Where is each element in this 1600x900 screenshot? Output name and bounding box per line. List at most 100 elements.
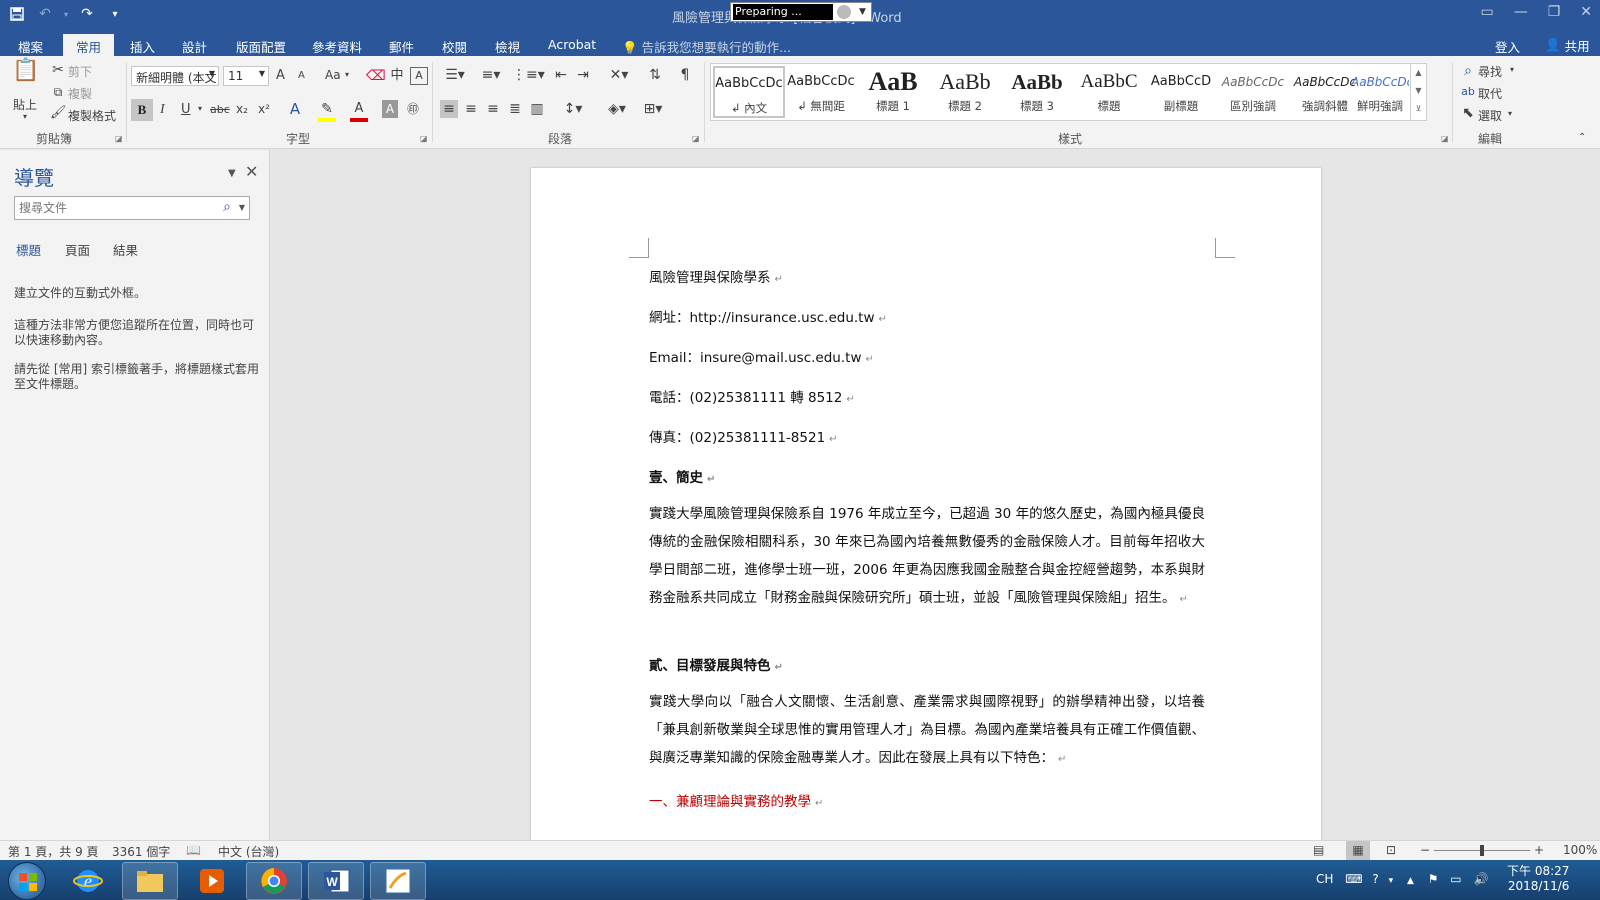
sign-in-link[interactable]: 登入 <box>1495 37 1520 56</box>
character-border-icon[interactable]: A <box>410 67 428 85</box>
explorer-icon[interactable] <box>122 862 178 900</box>
shrink-font-button[interactable]: A <box>298 70 305 81</box>
tab-review[interactable]: 校閱 <box>442 34 467 56</box>
doc-line[interactable]: 風險管理與保險學系 ↵ <box>649 266 783 286</box>
style-no-spacing[interactable]: AaBbCcDc ↲ 無間距 <box>785 66 857 118</box>
scroll-up-icon[interactable]: ▲ <box>1411 64 1426 82</box>
pen-app-icon[interactable] <box>370 862 426 900</box>
grow-font-button[interactable]: A <box>276 68 285 83</box>
superscript-button[interactable]: x² <box>258 102 270 116</box>
search-icon[interactable]: ⌕ <box>223 199 231 215</box>
chrome-icon[interactable] <box>246 862 302 900</box>
word-count[interactable]: 3361 個字 <box>112 843 170 860</box>
undo-dropdown-icon[interactable]: ▾ <box>62 3 70 25</box>
doc-heading[interactable]: 貳、目標發展與特色 ↵ <box>649 654 783 674</box>
style-heading-2[interactable]: AaBb 標題 2 <box>929 66 1001 118</box>
page-count[interactable]: 第 1 頁，共 9 頁 <box>8 843 99 860</box>
tab-references[interactable]: 參考資料 <box>312 34 362 56</box>
read-mode-icon[interactable]: ▤ <box>1313 843 1324 857</box>
ribbon-display-icon[interactable]: ▭ <box>1480 4 1493 20</box>
show-marks-icon[interactable]: ¶ <box>676 66 694 84</box>
doc-line[interactable]: 網址：http://insurance.usc.edu.tw ↵ <box>649 306 887 326</box>
cut-button[interactable]: 剪下 <box>68 63 92 80</box>
subscript-button[interactable]: x₂ <box>236 102 248 116</box>
align-left-icon[interactable]: ≡ <box>440 100 458 118</box>
tab-design[interactable]: 設計 <box>182 34 207 56</box>
highlight-icon[interactable]: ✎ <box>318 100 336 122</box>
tab-insert[interactable]: 插入 <box>130 34 155 56</box>
chevron-down-icon[interactable]: ▾ <box>1508 109 1512 118</box>
restore-icon[interactable]: ❐ <box>1548 4 1561 20</box>
zoom-in-icon[interactable]: + <box>1534 843 1544 857</box>
font-color-icon[interactable]: A <box>350 100 368 122</box>
style-normal[interactable]: AaBbCcDc ↲ 內文 <box>713 66 785 118</box>
style-intense-emphasis[interactable]: AaBbCcDc 鮮明強調 <box>1351 66 1409 118</box>
document-area[interactable]: 風險管理與保險學系 ↵ 網址：http://insurance.usc.edu.t… <box>271 150 1600 868</box>
copy-button[interactable]: 複製 <box>68 85 92 102</box>
underline-button[interactable]: U <box>181 102 191 117</box>
decrease-indent-icon[interactable]: ⇤ <box>552 66 570 84</box>
language-bar[interactable]: CH <box>1316 872 1333 886</box>
minimize-icon[interactable]: — <box>1514 4 1528 20</box>
tab-acrobat[interactable]: Acrobat <box>548 34 596 56</box>
tab-layout[interactable]: 版面配置 <box>236 34 286 56</box>
chevron-down-icon[interactable]: ▾ <box>198 104 202 113</box>
collapse-ribbon-icon[interactable]: ⌃ <box>1578 132 1586 143</box>
zoom-slider-thumb[interactable] <box>1480 845 1484 856</box>
gallery-scroll[interactable]: ▲ ▼ ⊻ <box>1410 64 1426 120</box>
clear-formatting-icon[interactable]: ⌫ <box>366 67 386 85</box>
justify-icon[interactable]: ≣ <box>506 100 524 118</box>
shading-icon[interactable]: ◈▾ <box>602 100 632 118</box>
proofing-icon[interactable]: 📖 <box>186 843 201 857</box>
web-layout-icon[interactable]: ⊡ <box>1386 843 1396 857</box>
style-title[interactable]: AaBbC 標題 <box>1073 66 1145 118</box>
media-player-icon[interactable] <box>184 862 240 900</box>
style-heading-1[interactable]: AaB 標題 1 <box>857 66 929 118</box>
doc-line[interactable]: Email：insure@mail.usc.edu.tw ↵ <box>649 346 874 366</box>
change-case-button[interactable]: Aa <box>325 68 341 82</box>
undo-icon[interactable]: ↶ <box>34 3 56 25</box>
customize-icon[interactable]: ▾ <box>104 3 126 25</box>
replace-button[interactable]: 取代 <box>1478 85 1502 102</box>
increase-indent-icon[interactable]: ⇥ <box>574 66 592 84</box>
zoom-slider[interactable] <box>1434 845 1530 856</box>
share-button[interactable]: 👤 共用 <box>1537 34 1598 56</box>
italic-button[interactable]: I <box>160 102 165 118</box>
chevron-down-icon[interactable]: ▼ <box>239 203 245 212</box>
numbering-icon[interactable]: ≡▾ <box>476 66 506 84</box>
align-center-icon[interactable]: ≡ <box>462 100 480 118</box>
select-icon[interactable]: ⬉ <box>1460 104 1476 122</box>
chevron-down-icon[interactable]: ▾ <box>345 70 349 79</box>
save-icon[interactable] <box>6 3 28 25</box>
doc-line[interactable]: 傳真：(02)25381111-8521 ↵ <box>649 426 838 446</box>
close-icon[interactable]: ✕ <box>1580 4 1592 20</box>
find-button[interactable]: 尋找 <box>1478 63 1502 80</box>
tab-file[interactable]: 檔案 <box>18 34 43 56</box>
style-heading-3[interactable]: AaBb 標題 3 <box>1001 66 1073 118</box>
sort-icon[interactable]: ⇅ <box>646 66 664 84</box>
chevron-up-icon[interactable]: ▲ <box>1407 876 1414 886</box>
style-subtitle[interactable]: AaBbCcD 副標題 <box>1145 66 1217 118</box>
tab-view[interactable]: 檢視 <box>495 34 520 56</box>
keyboard-icon[interactable]: ⌨ <box>1345 872 1362 886</box>
language-indicator[interactable]: 中文 (台灣) <box>218 843 279 860</box>
distributed-icon[interactable]: ▥ <box>528 100 546 118</box>
tab-home[interactable]: 常用 <box>63 34 115 56</box>
bullets-icon[interactable]: ☰▾ <box>440 66 470 84</box>
tab-mailings[interactable]: 郵件 <box>389 34 414 56</box>
paste-icon[interactable]: 📋 <box>12 60 40 92</box>
volume-icon[interactable]: 🔊 <box>1473 872 1488 886</box>
doc-paragraph[interactable]: 實踐大學向以「融合人文關懷、生活創意、產業需求與國際視野」的辦學精神出發，以培養… <box>649 688 1205 774</box>
chevron-down-icon[interactable]: ▾ <box>1510 65 1514 74</box>
doc-paragraph[interactable]: 實踐大學風險管理與保險系自 1976 年成立至今，已超過 30 年的悠久歷史，為… <box>649 500 1205 614</box>
clipboard-launcher-icon[interactable]: ◪ <box>115 134 123 143</box>
redo-icon[interactable]: ↷ <box>76 3 98 25</box>
word-icon[interactable]: W <box>308 862 364 900</box>
doc-line[interactable]: 電話：(02)25381111 轉 8512 ↵ <box>649 386 855 406</box>
search-input[interactable] <box>19 198 215 218</box>
chevron-down-icon[interactable]: ▼ <box>859 7 866 17</box>
paste-dropdown-icon[interactable]: ▾ <box>23 112 27 121</box>
record-icon[interactable] <box>837 5 851 19</box>
font-name-dropdown[interactable]: 新細明體 (本文 ▼ <box>131 66 219 86</box>
document-page[interactable]: 風險管理與保險學系 ↵ 網址：http://insurance.usc.edu.t… <box>531 168 1321 868</box>
